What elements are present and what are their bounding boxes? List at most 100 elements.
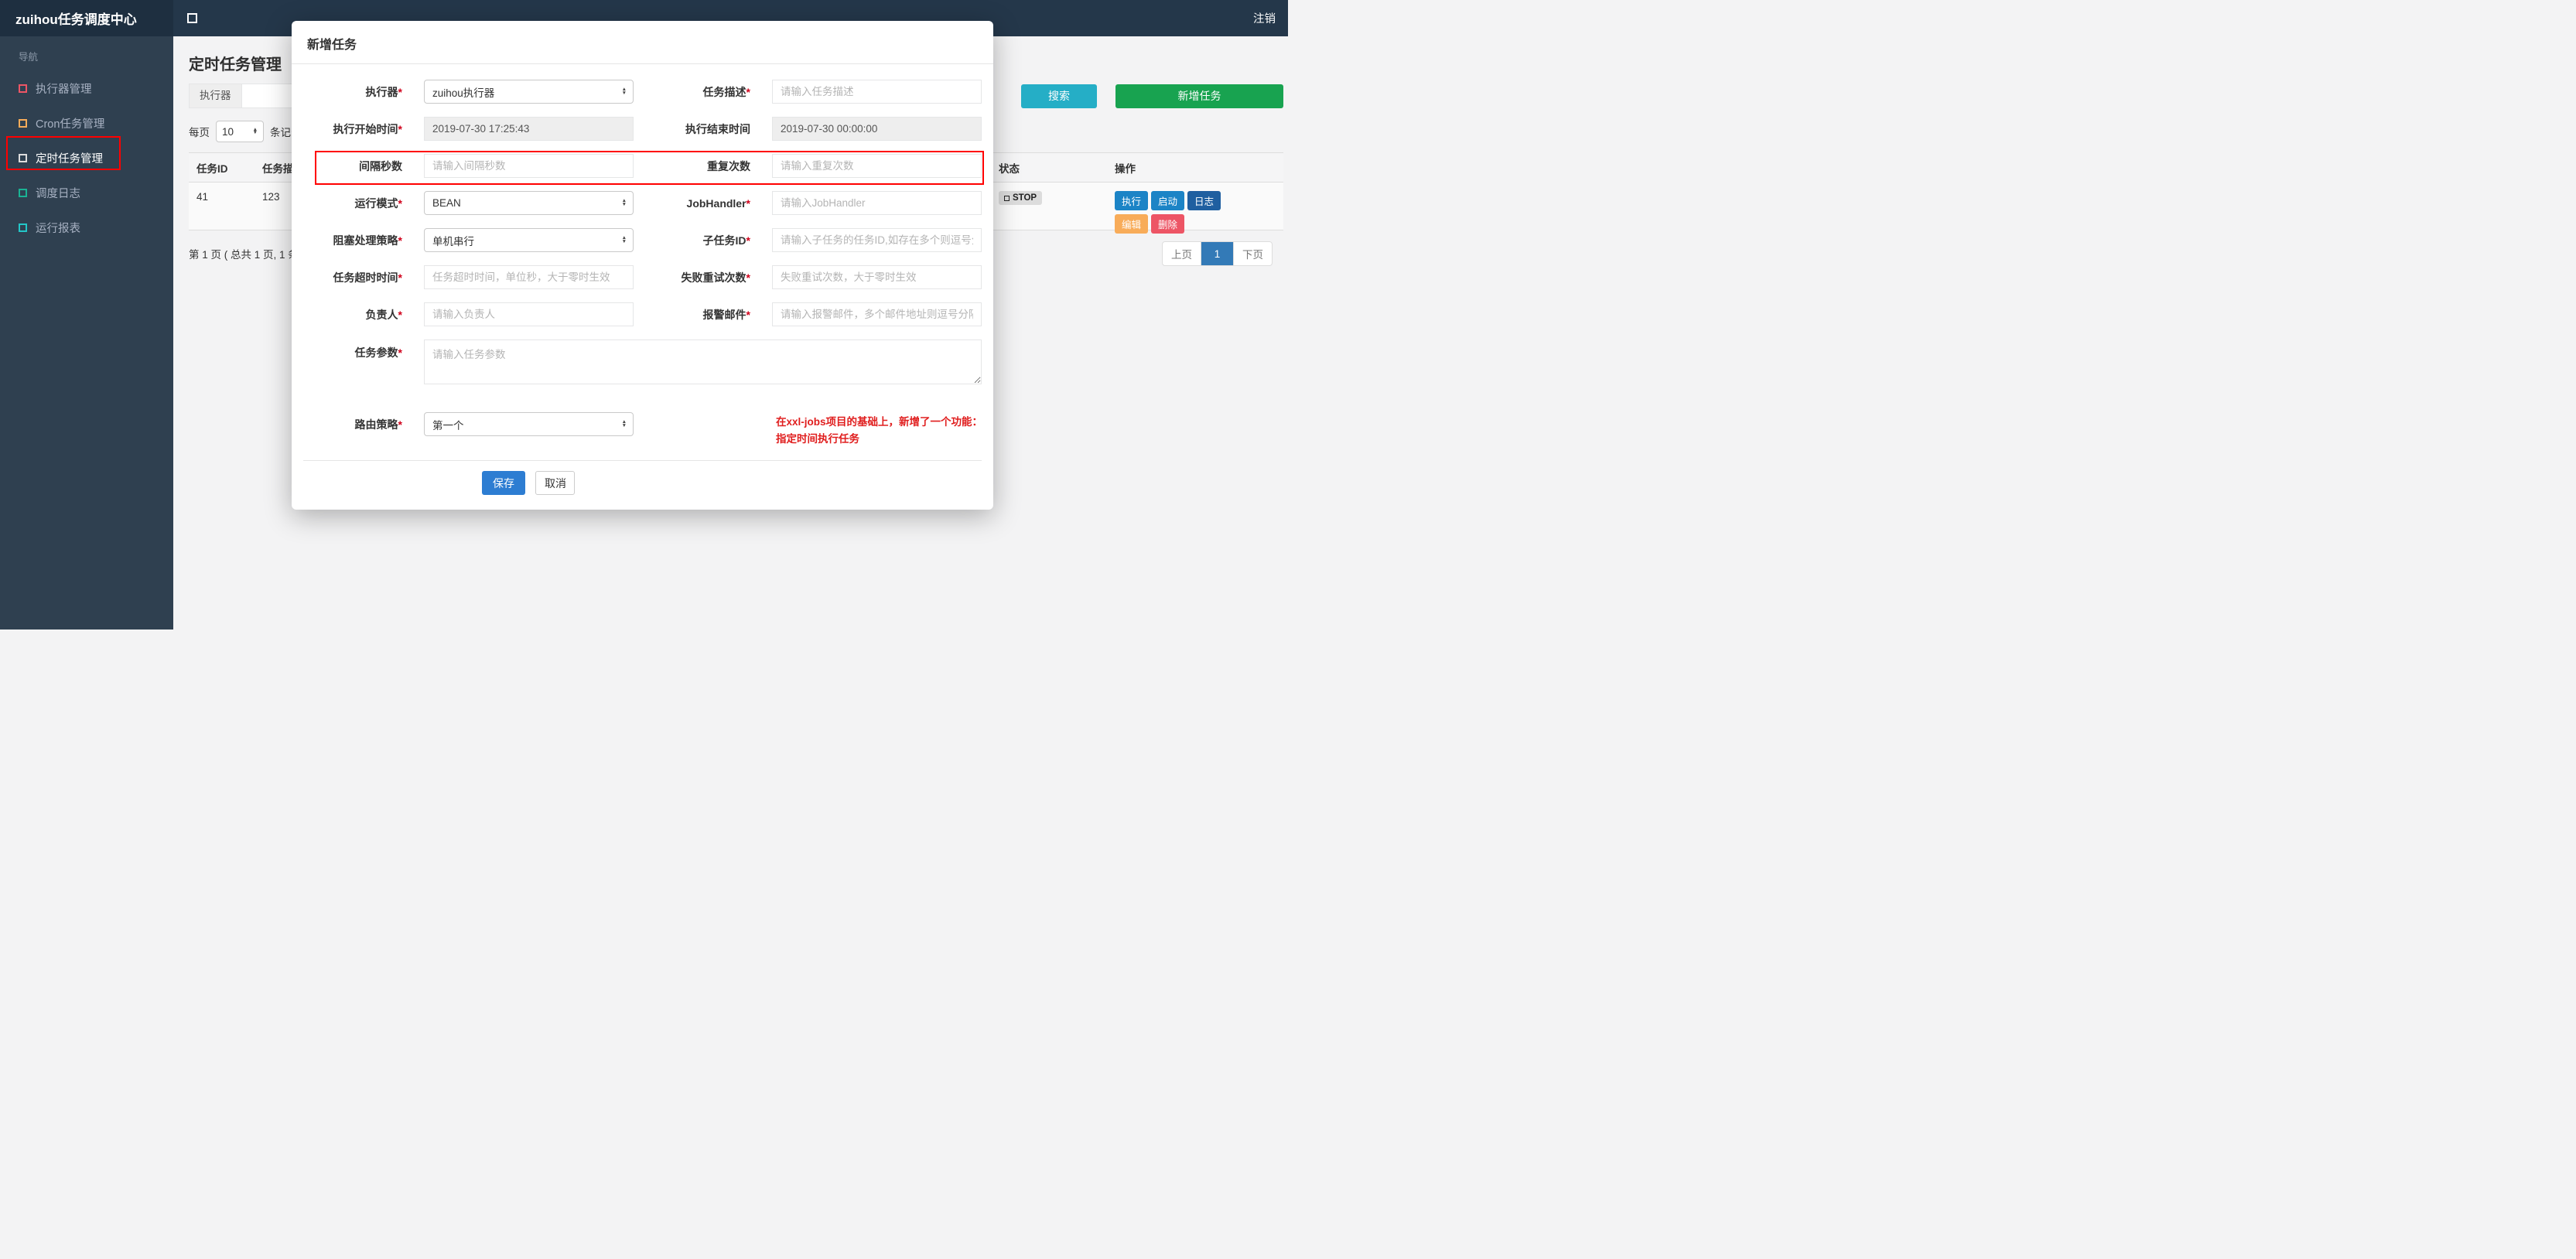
pagination-prev-button[interactable]: 上页 (1162, 241, 1201, 266)
fail-retry-input[interactable] (772, 265, 982, 289)
delete-button[interactable]: 删除 (1151, 214, 1185, 234)
edit-button[interactable]: 编辑 (1115, 214, 1149, 234)
job-handler-input[interactable] (772, 191, 982, 215)
job-desc-label: 任务描述* (702, 85, 750, 98)
interval-label: 间隔秒数 (359, 159, 402, 172)
executor-filter-label: 执行器 (189, 84, 241, 108)
cancel-button[interactable]: 取消 (535, 471, 576, 496)
job-handler-label: JobHandler* (686, 196, 750, 210)
executor-select[interactable]: zuihou执行器 ▲ ▼ (424, 80, 634, 104)
job-param-label: 任务参数* (354, 346, 402, 359)
block-strategy-select-value: 单机串行 (432, 235, 474, 247)
header-actions: 操作 (1115, 162, 1136, 175)
select-arrows-icon: ▲▼ (252, 126, 258, 135)
executor-select-value: zuihou执行器 (432, 87, 495, 99)
sidebar-item-run-report[interactable]: 运行报表 (0, 210, 173, 245)
status-text: STOP (1013, 193, 1037, 203)
interval-input[interactable] (424, 154, 634, 178)
alarm-email-label: 报警邮件* (702, 308, 750, 321)
alarm-email-input[interactable] (772, 302, 982, 326)
interval-field (424, 154, 634, 178)
timeout-label: 任务超时时间* (333, 271, 402, 284)
end-time-input[interactable] (772, 117, 982, 141)
end-time-field (772, 117, 982, 141)
logout-link[interactable]: 注销 (1253, 10, 1276, 26)
executor-field: zuihou执行器 ▲ ▼ (424, 80, 634, 104)
fail-retry-label: 失败重试次数* (681, 271, 750, 284)
repeat-count-input[interactable] (772, 154, 982, 178)
route-strategy-select-value: 第一个 (432, 419, 464, 432)
square-icon (19, 154, 27, 162)
sidebar-item-label: 运行报表 (36, 223, 80, 235)
job-handler-field (772, 191, 982, 215)
stop-square-icon (1004, 195, 1010, 201)
pagination-next-button[interactable]: 下页 (1234, 241, 1273, 266)
run-mode-field: BEAN ▲ ▼ (424, 191, 634, 215)
sidebar-item-executor-management[interactable]: 执行器管理 (0, 71, 173, 106)
sidebar-item-label: Cron任务管理 (36, 118, 105, 131)
search-button[interactable]: 搜索 (1021, 84, 1097, 108)
route-strategy-select[interactable]: 第一个 ▲ ▼ (424, 412, 634, 437)
timeout-input[interactable] (424, 265, 634, 289)
job-desc-field (772, 80, 982, 104)
select-arrows-icon: ▲▼ (621, 235, 627, 244)
cell-actions: 执行 启动 日志 编辑 删除 (1107, 183, 1283, 234)
block-strategy-label: 阻塞处理策略* (333, 234, 402, 247)
square-icon (19, 84, 27, 93)
log-button[interactable]: 日志 (1187, 191, 1221, 210)
modal-note-line1: 在xxl-jobs项目的基础上，新增了一个功能： (776, 416, 983, 428)
start-time-input[interactable] (424, 117, 634, 141)
form-row-timeout-retry: 任务超时时间* 失败重试次数* (292, 265, 993, 289)
route-strategy-field: 第一个 ▲ ▼ (424, 412, 634, 437)
sidebar: 导航 执行器管理 Cron任务管理 定时任务管理 调度日志 运行报表 (0, 36, 173, 630)
sidebar-item-label: 调度日志 (36, 188, 80, 200)
app-brand: zuihou任务调度中心 (0, 0, 173, 36)
run-mode-label: 运行模式* (354, 196, 402, 210)
repeat-count-field (772, 154, 982, 178)
run-mode-select[interactable]: BEAN ▲ ▼ (424, 191, 634, 215)
modal-footer: 保存 取消 (292, 461, 993, 496)
modal-title: 新增任务 (292, 21, 993, 64)
timeout-field (424, 265, 634, 289)
block-strategy-field: 单机串行 ▲ ▼ (424, 228, 634, 252)
child-job-id-label: 子任务ID* (702, 234, 750, 247)
cell-status: STOP (991, 183, 1107, 230)
form-row-block-child: 阻塞处理策略* 单机串行 ▲ ▼ 子任务ID* (292, 228, 993, 252)
modal-note-line2: 指定时间执行任务 (776, 432, 859, 445)
child-job-id-input[interactable] (772, 228, 982, 252)
status-badge: STOP (999, 191, 1043, 205)
run-mode-select-value: BEAN (432, 197, 461, 209)
form-row-route-strategy: 路由策略* 第一个 ▲ ▼ 在xxl-jobs项目的基础上，新增了一个功能： 指定… (292, 401, 993, 447)
owner-field (424, 302, 634, 326)
start-button[interactable]: 启动 (1151, 191, 1185, 210)
job-desc-input[interactable] (772, 80, 982, 104)
sidebar-item-label: 定时任务管理 (36, 153, 103, 165)
owner-input[interactable] (424, 302, 634, 326)
form-row-time-range: 执行开始时间* 执行结束时间 (292, 117, 993, 141)
sidebar-item-cron-task-management[interactable]: Cron任务管理 (0, 106, 173, 141)
child-job-id-field (772, 228, 982, 252)
job-param-textarea[interactable] (424, 339, 982, 384)
repeat-count-label: 重复次数 (707, 159, 750, 172)
run-button[interactable]: 执行 (1115, 191, 1149, 210)
per-page-prefix: 每页 (189, 127, 210, 138)
owner-label: 负责人* (365, 308, 402, 321)
save-button[interactable]: 保存 (482, 471, 525, 496)
sidebar-item-scheduled-task-management[interactable]: 定时任务管理 (0, 141, 173, 176)
end-time-label: 执行结束时间 (685, 122, 750, 135)
sidebar-collapse-icon[interactable] (187, 13, 197, 23)
form-row-executor-desc: 执行器* zuihou执行器 ▲ ▼ 任务描述* (292, 80, 993, 104)
pagination-page-1-button[interactable]: 1 (1201, 241, 1234, 266)
square-icon (19, 119, 27, 128)
per-page-select[interactable]: 10 ▲ ▼ (216, 121, 264, 142)
form-row-owner-email: 负责人* 报警邮件* (292, 302, 993, 326)
square-icon (19, 189, 27, 197)
sidebar-item-dispatch-log[interactable]: 调度日志 (0, 176, 173, 210)
add-task-button[interactable]: 新增任务 (1115, 84, 1283, 108)
select-arrows-icon: ▲▼ (621, 419, 627, 428)
cell-task-id: 41 (196, 191, 209, 203)
per-page-value: 10 (222, 125, 234, 138)
header-task-id: 任务ID (196, 162, 228, 175)
start-time-label: 执行开始时间* (333, 122, 402, 135)
block-strategy-select[interactable]: 单机串行 ▲ ▼ (424, 228, 634, 252)
